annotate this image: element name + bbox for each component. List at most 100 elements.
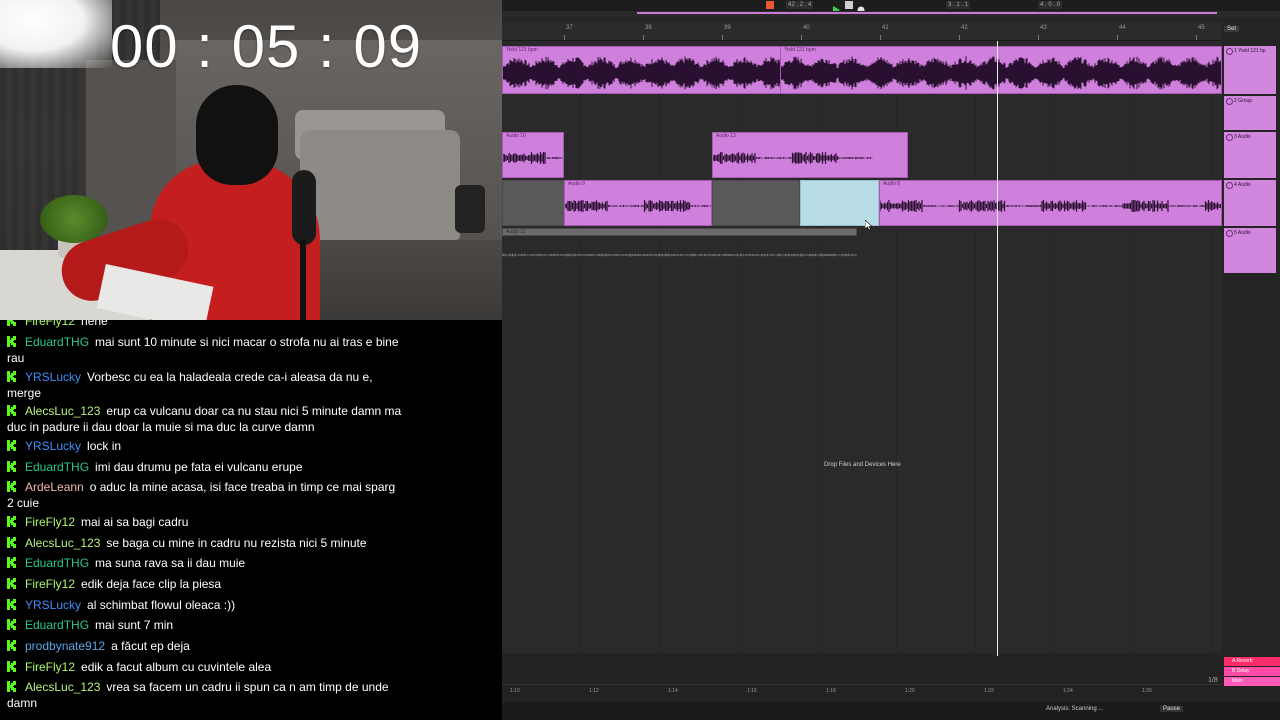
chat-message: AlecsLuc_123 se baga cu mine in cadru nu … [7, 535, 402, 551]
track-activator-icon[interactable] [1226, 182, 1233, 189]
chat-username[interactable]: YRSLucky [25, 370, 81, 384]
waveform-path [713, 152, 873, 164]
clip-audio-8[interactable]: Audio 8 [879, 180, 1222, 226]
chat-username[interactable]: YRSLucky [25, 439, 81, 453]
track-name: 2 Group [1234, 98, 1253, 104]
bar-ruler[interactable]: 37 38 39 40 41 42 43 44 45 [502, 22, 1222, 41]
chat-message: EduardTHG ma suna rava sa ii dau muie [7, 555, 402, 571]
stream-timer: 00 : 05 : 09 [109, 13, 423, 80]
waveform-path [880, 200, 1221, 212]
track-header-3[interactable]: 3 Audio [1224, 132, 1276, 178]
track-header-2[interactable]: 2 Group [1224, 96, 1276, 130]
loop-region[interactable] [637, 12, 1217, 14]
playhead[interactable] [997, 41, 998, 691]
chat-username[interactable]: prodbynate912 [25, 639, 105, 653]
set-button[interactable]: Set [1224, 26, 1240, 32]
plant [40, 195, 108, 243]
kick-k-icon [7, 405, 17, 416]
transport-bar: 42 . 2 . 4 3 . 1 . 1 4 . 0 . 0 [502, 0, 1280, 14]
microphone-arm [300, 240, 306, 320]
clip-yield-2[interactable]: Yield 121 bpm [780, 46, 1222, 94]
track-activator-icon[interactable] [1226, 230, 1233, 237]
return-a-reverb[interactable]: A Reverb [1224, 657, 1280, 666]
bar-number: 38 [645, 25, 652, 31]
track-header-4[interactable]: 4 Audio [1224, 180, 1276, 226]
clip-audio-10[interactable]: Audio 10 [502, 132, 564, 178]
clip-audio-9[interactable]: Audio 9 [564, 180, 712, 226]
chat-text: al schimbat flowul oleaca :)) [87, 598, 236, 612]
streamer-mask [196, 85, 278, 185]
chat-text: se baga cu mine in cadru nu rezista nici… [106, 536, 367, 550]
time-tick: 1:22 [984, 688, 994, 694]
time-tick: 1:14 [668, 688, 678, 694]
return-b-delay[interactable]: B Delay [1224, 667, 1280, 676]
bar-tick [1196, 35, 1197, 40]
chat-username[interactable]: EduardTHG [25, 618, 89, 632]
bar-tick [801, 35, 802, 40]
track-activator-icon[interactable] [1226, 98, 1233, 105]
tempo-field[interactable]: 42 . 2 . 4 [786, 1, 814, 9]
clip-gap-region[interactable] [712, 180, 800, 226]
play-icon[interactable] [832, 1, 840, 14]
arrangement-view[interactable]: Yield 121 bpm Yield 121 bpm Audio 10 Aud… [502, 41, 1222, 653]
bar-number: 41 [882, 25, 889, 31]
chat-username[interactable]: EduardTHG [25, 556, 89, 570]
chat-username[interactable]: YRSLucky [25, 598, 81, 612]
chat-username[interactable]: EduardTHG [25, 335, 89, 349]
chat-username[interactable]: FireFly12 [25, 515, 75, 529]
waveform-path [502, 253, 857, 257]
bar-number: 40 [803, 25, 810, 31]
chat-text: ma suna rava sa ii dau muie [95, 556, 246, 570]
waveform-path [503, 152, 563, 164]
pause-button[interactable]: Pause [1160, 706, 1184, 712]
record-arm-icon[interactable] [766, 1, 774, 9]
waveform [713, 152, 873, 164]
chat-username[interactable]: EduardTHG [25, 460, 89, 474]
time-tick: 1:18 [826, 688, 836, 694]
track-activator-icon[interactable] [1226, 48, 1233, 55]
kick-k-icon [7, 557, 17, 568]
bar-tick [880, 35, 881, 40]
chat-message: AlecsLuc_123 erup ca vulcanu doar ca nu s… [7, 403, 402, 435]
track-activator-icon[interactable] [1226, 134, 1233, 141]
chat-username[interactable]: AlecsLuc_123 [25, 536, 100, 550]
bar-number: 44 [1119, 25, 1126, 31]
clip-audio-13[interactable]: Audio 13 [712, 132, 908, 178]
bar-number: 42 [961, 25, 968, 31]
chat-username[interactable]: FireFly12 [25, 320, 75, 328]
chat-username[interactable]: FireFly12 [25, 660, 75, 674]
speaker [455, 185, 485, 233]
time-tick: 1:24 [1063, 688, 1073, 694]
chat-text: edik a facut album cu cuvintele alea [81, 660, 272, 674]
loop-bar[interactable] [502, 11, 1280, 17]
clip-label: Audio 11 [506, 229, 526, 235]
returns-and-time-area: A Reverb B Delay Main 1/8 1:10 1:12 1:14 1:… [502, 656, 1280, 720]
loop-end-field[interactable]: 4 . 0 . 0 [1038, 1, 1063, 9]
track-header-5[interactable]: 5 Audio [1224, 228, 1276, 273]
track-headers: 1 Yield 121 bp 2 Group 3 Audio 4 Audio 5… [1224, 41, 1280, 653]
chat-message: YRSLucky lock in [7, 438, 402, 454]
status-bar: Analysis: Scanning ... Pause [502, 702, 1280, 720]
clip-yield-1[interactable]: Yield 121 bpm [502, 46, 782, 94]
chat-text: hehe [81, 320, 108, 328]
position-field[interactable]: 3 . 1 . 1 [946, 1, 971, 9]
clip-empty-region[interactable] [502, 180, 565, 226]
quantize-display[interactable]: 1/8 [1208, 677, 1218, 684]
chat-message: EduardTHG imi dau drumu pe fata ei vulcan… [7, 459, 402, 475]
chat-username[interactable]: AlecsLuc_123 [25, 680, 100, 694]
track-header-1[interactable]: 1 Yield 121 bp [1224, 46, 1276, 94]
stop-icon[interactable] [845, 1, 853, 9]
chat-username[interactable]: AlecsLuc_123 [25, 404, 100, 418]
kick-k-icon [7, 599, 17, 610]
bar-tick [564, 35, 565, 40]
clip-audio-11[interactable]: Audio 11 [502, 228, 857, 236]
chat-message: YRSLucky Vorbesc cu ea la haladeala crede… [7, 369, 402, 401]
chat-message: prodbynate912 a făcut ep deja [7, 638, 402, 654]
chat-username[interactable]: ArdeLeann [25, 480, 84, 494]
record-icon[interactable] [857, 1, 865, 14]
microphone [292, 170, 316, 245]
chat-username[interactable]: FireFly12 [25, 577, 75, 591]
kick-k-icon [7, 661, 17, 672]
main-track[interactable]: Main [1224, 677, 1280, 686]
chat-text: mai sunt 7 min [95, 618, 174, 632]
